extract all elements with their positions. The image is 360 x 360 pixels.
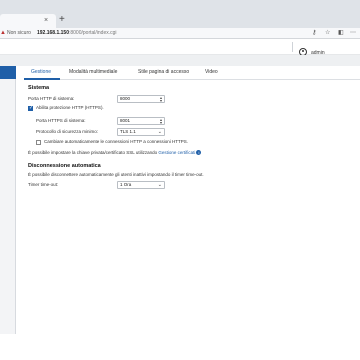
http-port-value: 8000 [120, 96, 131, 101]
timer-select[interactable]: 1 Ora ⌄ [117, 181, 165, 189]
tab-video[interactable]: Video [205, 69, 218, 76]
menu-icon[interactable]: ⋯ [350, 30, 356, 37]
tab-bar: Gestione Modalità multimediale Stile pag… [24, 66, 360, 80]
extensions-icon[interactable]: ◧ [338, 30, 344, 37]
https-redirect-checkbox[interactable] [36, 140, 41, 145]
tab-stile-pagina-accesso[interactable]: Stile pagina di accesso [138, 69, 189, 76]
stepper-icon[interactable]: ▴ ▾ [160, 118, 162, 125]
tls-value: TLS 1.1 [120, 129, 136, 134]
tls-label: Protocollo di sicurezza minimo: [36, 129, 99, 134]
app-header: admin [0, 39, 360, 56]
chevron-down-icon: ⌄ [157, 182, 162, 188]
url-host: 192.168.1.150 [37, 30, 69, 36]
sidebar-item-selected[interactable] [0, 66, 16, 79]
warning-icon[interactable]: ▲ [0, 30, 6, 37]
user-menu[interactable]: admin [292, 42, 325, 56]
tab-modalita-multimediale[interactable]: Modalità multimediale [69, 69, 117, 76]
https-port-label: Porta HTTPS di sistema: [36, 118, 86, 123]
stepper-icon[interactable]: ▴ ▾ [160, 96, 162, 103]
timer-value: 1 Ora [120, 182, 132, 187]
tls-select[interactable]: TLS 1.1 ⌄ [117, 128, 165, 136]
page-bottom [0, 334, 360, 360]
info-icon[interactable]: i [196, 150, 202, 156]
not-secure-label[interactable]: Non sicuro [7, 30, 31, 37]
cert-manager-link[interactable]: Gestione certificati [158, 150, 195, 155]
https-redirect-label: Cambiare automaticamente le connessioni … [44, 139, 188, 144]
timer-label: Timer time-out: [28, 182, 59, 187]
browser-tabstrip: × + [0, 0, 360, 28]
new-tab-icon[interactable]: + [59, 14, 65, 26]
browser-tab[interactable]: × [0, 14, 56, 28]
address-bar[interactable]: ▲ Non sicuro 192.168.1.150:8000/portal/i… [0, 28, 360, 39]
https-port-input[interactable]: 8001 ▴ ▾ [117, 117, 165, 125]
https-enable-label: Abilita protezione HTTP (HTTPS). [36, 105, 104, 110]
chevron-down-icon: ⌄ [157, 129, 162, 135]
section-title-autologout: Disconnessione automatica [28, 163, 101, 169]
url-text[interactable]: 192.168.1.150:8000/portal/index.cgi [37, 30, 117, 37]
https-enable-checkbox[interactable] [28, 105, 33, 111]
https-port-value: 8001 [120, 118, 131, 123]
active-tab-indicator [24, 78, 60, 80]
cert-note: È possibile impostare la chiave privata/… [28, 150, 202, 156]
section-title-system: Sistema [28, 85, 50, 91]
key-icon[interactable]: ⚷ [312, 30, 316, 37]
sidebar [0, 66, 16, 334]
sub-header [0, 55, 360, 66]
autologout-note: È possibile disconnettere automaticament… [28, 172, 204, 177]
cert-note-text: È possibile impostare la chiave privata/… [28, 150, 158, 155]
http-port-input[interactable]: 8000 ▴ ▾ [117, 95, 165, 103]
url-path: :8000/portal/index.cgi [68, 30, 117, 36]
tab-gestione[interactable]: Gestione [31, 69, 51, 76]
star-icon[interactable]: ☆ [325, 30, 330, 37]
close-tab-icon[interactable]: × [44, 16, 48, 25]
http-port-label: Porta HTTP di sistema: [28, 96, 75, 101]
